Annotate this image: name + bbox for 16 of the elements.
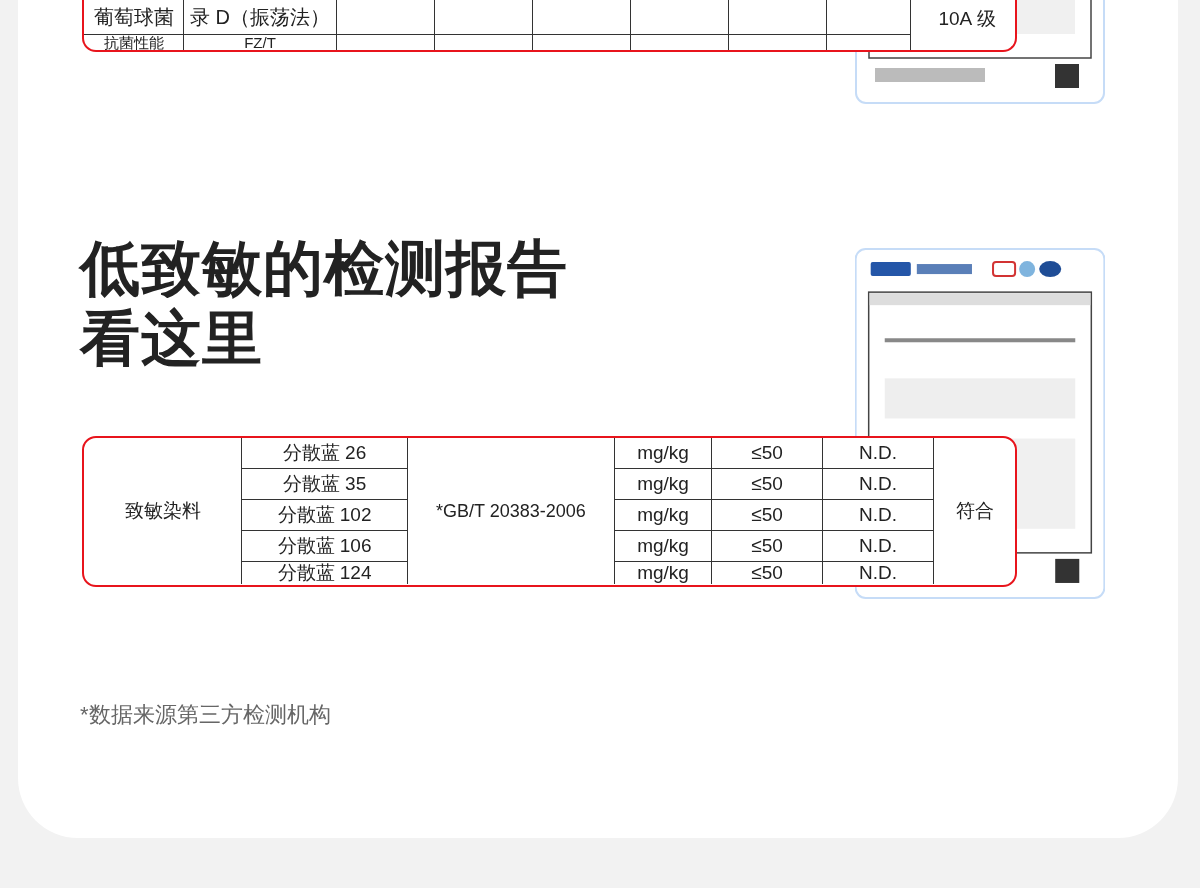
table-cell: ≤50 bbox=[711, 530, 823, 562]
table-cell: mg/kg bbox=[614, 468, 712, 500]
table-cell: N.D. bbox=[822, 438, 934, 469]
table-cell: 分散蓝 26 bbox=[241, 438, 408, 469]
section-title: 看这里 bbox=[80, 304, 264, 374]
table-cell: mg/kg bbox=[614, 530, 712, 562]
table-cell: ≤50 bbox=[711, 468, 823, 500]
table-cell: 葡萄球菌 bbox=[84, 0, 184, 35]
table-cell: mg/kg bbox=[614, 499, 712, 531]
table-cell: 录 D（振荡法） bbox=[183, 0, 337, 35]
table-cell: mg/kg bbox=[614, 438, 712, 469]
table-cell: ≤50 bbox=[711, 438, 823, 469]
footnote: *数据来源第三方检测机构 bbox=[80, 701, 332, 729]
table-cell: *GB/T 20383-2006 bbox=[407, 438, 615, 584]
table-cell: ≤50 bbox=[711, 499, 823, 531]
section-title: 低致敏的检测报告 bbox=[80, 234, 569, 304]
